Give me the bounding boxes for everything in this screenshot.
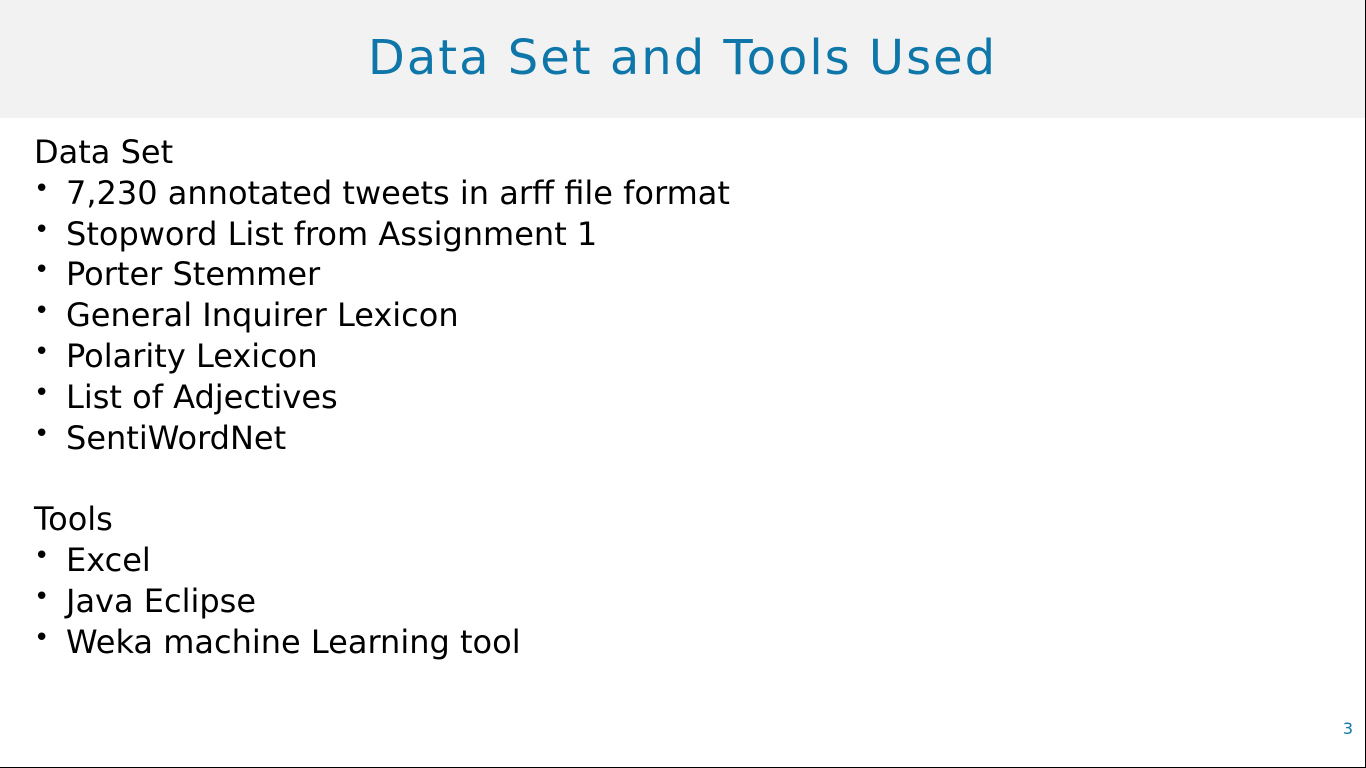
list-item: • List of Adjectives [34,377,1314,418]
list-item: • Excel [34,540,1314,581]
slide-title: Data Set and Tools Used [367,30,998,86]
list-item-text: Stopword List from Assignment 1 [66,214,598,253]
bullet-icon: • [34,214,50,245]
list-item: • General Inquirer Lexicon [34,295,1314,336]
section-heading-data-set: Data Set [34,133,174,171]
bullet-icon: • [34,622,50,653]
bullet-icon: • [34,377,50,408]
bullet-icon: • [34,581,50,612]
slide-body: Data Set • 7,230 annotated tweets in arff… [34,132,1314,663]
bullet-icon: • [34,296,50,327]
list-item: • Polarity Lexicon [34,336,1314,377]
list-item-text: Porter Stemmer [66,255,321,294]
tools-list: • Excel • Java Eclipse • Weka machine Learn… [34,540,1314,662]
list-item: • Java Eclipse [34,581,1314,622]
list-item: • Porter Stemmer [34,254,1314,295]
list-item: • SentiWordNet [34,418,1314,459]
page-number: 3 [1342,719,1353,738]
list-item: • Stopword List from Assignment 1 [34,214,1314,255]
title-band: Data Set and Tools Used [0,0,1365,118]
list-item-text: 7,230 annotated tweets in arff file form… [66,173,730,212]
bullet-icon: • [34,418,50,449]
slide: Data Set and Tools Used Data Set • 7,230 … [0,0,1366,768]
list-item-text: Polarity Lexicon [66,336,318,375]
bullet-icon: • [34,541,50,572]
section-heading-tools: Tools [34,500,113,539]
bullet-icon: • [34,173,50,204]
list-item: • 7,230 annotated tweets in arff file for… [34,173,1314,214]
list-item-text: Weka machine Learning tool [66,622,521,661]
list-item-text: General Inquirer Lexicon [66,296,459,335]
list-item-text: List of Adjectives [66,377,338,416]
list-item-text: Excel [66,541,151,580]
bullet-icon: • [34,255,50,286]
list-item-text: SentiWordNet [66,418,287,457]
list-item-text: Java Eclipse [66,581,257,620]
list-item: • Weka machine Learning tool [34,622,1314,663]
bullet-icon: • [34,336,50,367]
data-set-list: • 7,230 annotated tweets in arff file for… [34,173,1314,459]
